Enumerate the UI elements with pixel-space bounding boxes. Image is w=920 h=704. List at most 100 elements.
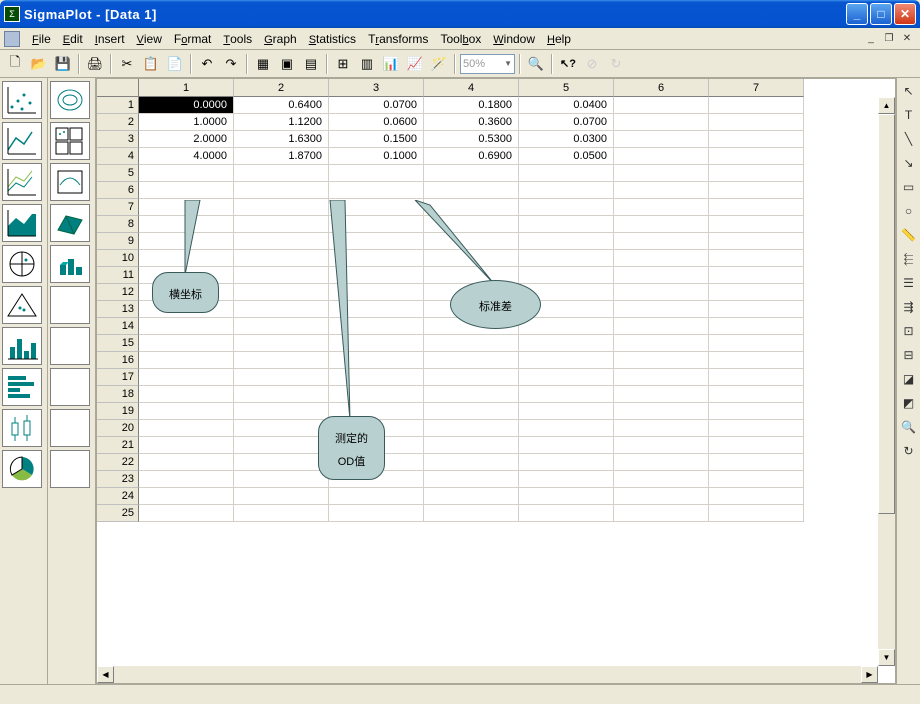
cell[interactable] [614,284,709,301]
line-plot-icon[interactable] [2,122,42,160]
row-header[interactable]: 5 [97,165,139,182]
cell[interactable] [614,335,709,352]
row-header[interactable]: 2 [97,114,139,131]
cell[interactable] [614,97,709,114]
arrow-tool-icon[interactable]: ↘ [900,154,918,172]
cell[interactable] [614,267,709,284]
open-button[interactable]: 📂 [28,53,50,75]
vscroll-thumb[interactable] [878,114,895,514]
grid-button[interactable]: ⊞ [332,53,354,75]
cell[interactable] [614,131,709,148]
cell[interactable] [614,420,709,437]
area-plot-icon[interactable] [2,204,42,242]
multi-line-icon[interactable] [2,163,42,201]
cell[interactable] [709,420,804,437]
cell[interactable] [139,471,234,488]
cell[interactable]: 0.0700 [329,97,424,114]
cell[interactable] [709,386,804,403]
group-icon[interactable]: ⊡ [900,322,918,340]
cell[interactable]: 1.6300 [234,131,329,148]
cell[interactable] [139,335,234,352]
cell[interactable] [614,301,709,318]
pie-chart-icon[interactable] [2,450,42,488]
align-left-icon[interactable]: ⬱ [900,250,918,268]
cell[interactable] [139,403,234,420]
cell[interactable] [614,114,709,131]
cell[interactable] [709,403,804,420]
blank-icon[interactable] [50,368,90,406]
cell[interactable] [234,505,329,522]
row-header[interactable]: 24 [97,488,139,505]
zoom-fit-button[interactable]: 🔍 [525,53,547,75]
polar-plot-icon[interactable] [2,245,42,283]
cell[interactable] [234,488,329,505]
cell[interactable] [519,216,614,233]
cell[interactable] [519,369,614,386]
cell[interactable] [519,505,614,522]
row-header[interactable]: 23 [97,471,139,488]
cell[interactable] [709,148,804,165]
cell[interactable] [709,488,804,505]
cell[interactable] [139,352,234,369]
row-header[interactable]: 3 [97,131,139,148]
cell[interactable] [519,182,614,199]
scroll-left-button[interactable]: ◀ [97,666,114,683]
menu-file[interactable]: File [26,30,57,48]
cell[interactable] [709,182,804,199]
close-button[interactable]: ✕ [894,3,916,25]
row-header[interactable]: 15 [97,335,139,352]
cell[interactable] [709,454,804,471]
rect-tool-icon[interactable]: ▭ [900,178,918,196]
menu-window[interactable]: Window [487,30,541,48]
cell[interactable]: 0.0600 [329,114,424,131]
cell[interactable] [424,352,519,369]
refresh-button[interactable]: ↻ [605,53,627,75]
cell[interactable] [329,182,424,199]
cell[interactable] [709,335,804,352]
cell[interactable]: 0.1000 [329,148,424,165]
cell[interactable] [519,437,614,454]
report-button[interactable]: ▤ [300,53,322,75]
cell[interactable] [709,352,804,369]
menu-statistics[interactable]: Statistics [303,30,362,48]
cell[interactable]: 2.0000 [139,131,234,148]
cell[interactable] [139,505,234,522]
blank-icon[interactable] [50,450,90,488]
row-header[interactable]: 7 [97,199,139,216]
blank-icon[interactable] [50,286,90,324]
column-header[interactable]: 5 [519,79,614,97]
horizontal-scrollbar[interactable]: ◀ ▶ [97,666,878,683]
cell[interactable] [614,250,709,267]
cell[interactable] [329,488,424,505]
cell[interactable] [519,165,614,182]
cell[interactable] [709,233,804,250]
cell[interactable] [424,386,519,403]
cell[interactable] [614,165,709,182]
cell[interactable] [519,488,614,505]
cell[interactable] [234,454,329,471]
cell[interactable] [709,369,804,386]
cell[interactable] [709,318,804,335]
cell[interactable] [614,318,709,335]
horizontal-bar-icon[interactable] [2,368,42,406]
menu-toolbox[interactable]: Toolbox [434,30,487,48]
row-header[interactable]: 18 [97,386,139,403]
cell[interactable] [139,386,234,403]
cell[interactable] [234,165,329,182]
new-button[interactable]: 🗋 [4,53,26,75]
cell[interactable] [614,216,709,233]
row-header[interactable]: 9 [97,233,139,250]
scatter-matrix-icon[interactable] [50,122,90,160]
column-header[interactable]: 4 [424,79,519,97]
cell[interactable] [234,182,329,199]
cell[interactable] [709,284,804,301]
row-header[interactable]: 14 [97,318,139,335]
cell[interactable] [139,182,234,199]
cell[interactable] [424,420,519,437]
cell[interactable] [519,403,614,420]
cell[interactable] [139,488,234,505]
ellipse-tool-icon[interactable]: ○ [900,202,918,220]
cell[interactable] [234,437,329,454]
cell[interactable] [614,488,709,505]
row-header[interactable]: 25 [97,505,139,522]
